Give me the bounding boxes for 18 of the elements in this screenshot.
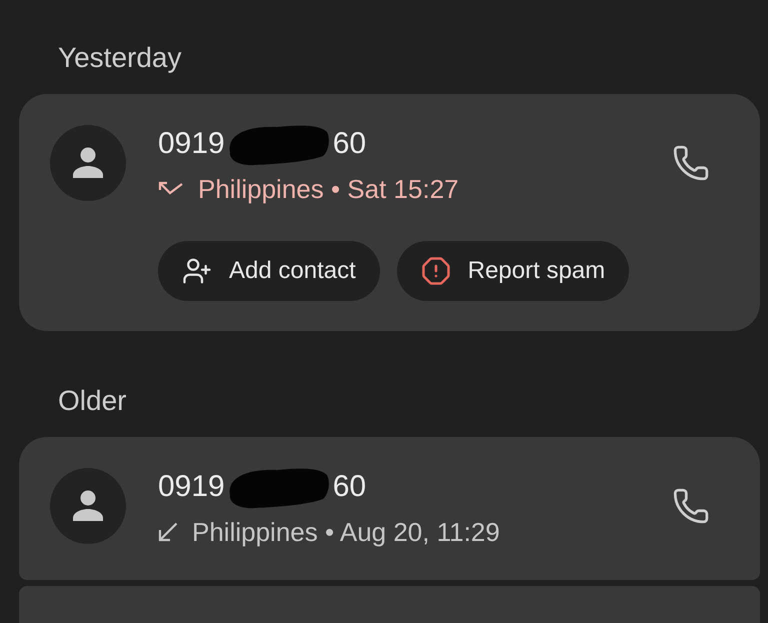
warning-octagon-icon: [420, 256, 451, 286]
phone-number-start: 0919: [158, 126, 225, 162]
phone-number-start: 0919: [158, 469, 225, 505]
add-contact-button[interactable]: Add contact: [158, 241, 380, 301]
call-card[interactable]: 0919 60 Philippines • Sat 15:27 Add contact Report spam: [19, 94, 760, 331]
phone-number-end: 60: [332, 126, 366, 162]
avatar-icon: [50, 125, 126, 201]
add-person-icon: [182, 256, 212, 286]
avatar-icon: [50, 468, 126, 544]
section-heading: Yesterday: [58, 43, 182, 73]
section-heading: Older: [58, 386, 126, 416]
call-detail: Philippines • Aug 20, 11:29: [192, 516, 500, 548]
phone-call-icon[interactable]: [672, 144, 710, 182]
phone-call-icon[interactable]: [672, 487, 710, 525]
phone-number-end: 60: [332, 469, 366, 505]
call-detail: Philippines • Sat 15:27: [198, 173, 459, 205]
call-card[interactable]: 0919 60 Philippines • Aug 20, 11:29: [19, 437, 760, 580]
report-spam-button[interactable]: Report spam: [396, 241, 630, 301]
